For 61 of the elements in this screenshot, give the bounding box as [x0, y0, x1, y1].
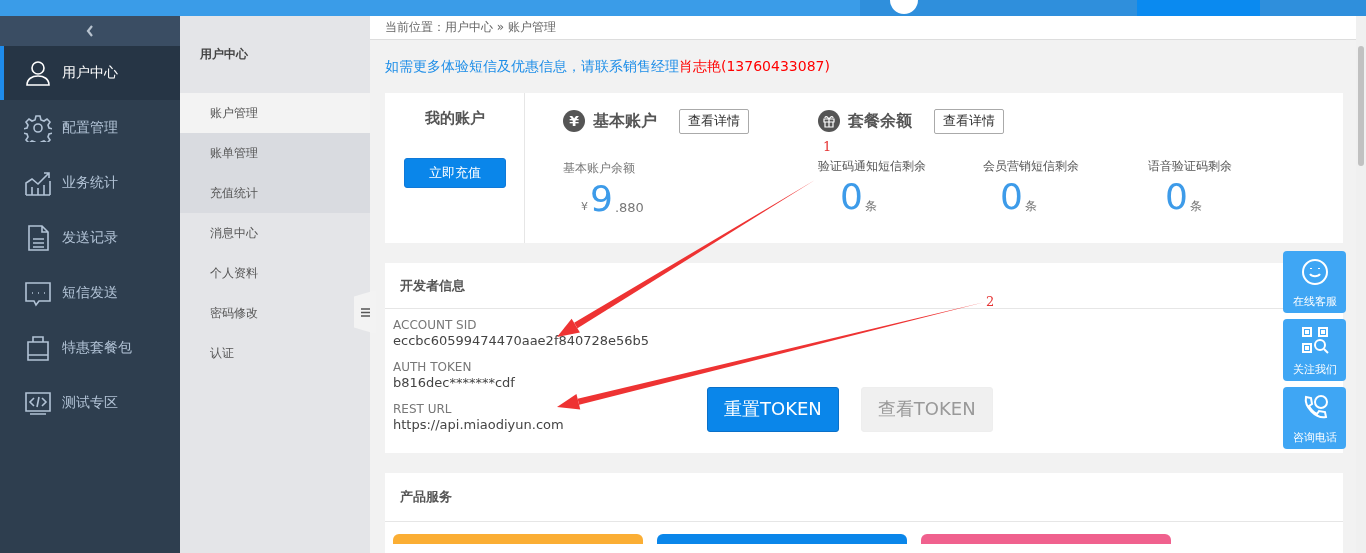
stat-value: 0: [840, 179, 863, 215]
balance-value: 9: [590, 181, 613, 217]
subnav-item[interactable]: 消息中心: [180, 213, 370, 253]
currency-symbol: ¥: [581, 200, 588, 213]
product-tile[interactable]: [657, 534, 907, 544]
bag-icon: [24, 333, 52, 362]
card-title: 开发者信息: [400, 276, 465, 295]
account-title: 基本账户: [593, 110, 657, 132]
qr-code-icon: [1299, 325, 1330, 355]
sidebar-item[interactable]: 短信发送: [0, 265, 180, 320]
stat-label: 验证码通知短信剩余: [818, 158, 927, 175]
field-label: REST URL: [393, 402, 453, 417]
field-value: https://api.miaodiyun.com: [393, 417, 565, 434]
sidebar-item[interactable]: 业务统计: [0, 155, 180, 210]
card-title: 产品服务: [400, 488, 452, 506]
sidebar-item[interactable]: 用户中心: [0, 46, 180, 100]
notice-text: 如需更多体验短信及优惠信息，请联系销售经理肖志艳(13760433087): [385, 57, 830, 76]
product-tile[interactable]: [393, 534, 643, 544]
gear-icon: [24, 113, 52, 142]
field-value: eccbc60599474470aae2f840728e56b5: [393, 333, 651, 350]
unit-label: 条: [1189, 198, 1202, 215]
stat-label: 会员营销短信剩余: [983, 158, 1080, 175]
sidebar-item[interactable]: 特惠套餐包: [0, 320, 180, 375]
collapse-button[interactable]: [0, 16, 180, 46]
gift-icon: [818, 110, 840, 132]
stat-value: 0: [1165, 179, 1188, 215]
annotation-label: 2: [986, 294, 995, 309]
package-title: 套餐余额: [848, 110, 912, 132]
smile-icon: [1299, 257, 1330, 287]
user-icon: [24, 59, 52, 87]
subnav-item[interactable]: 账户管理: [180, 93, 370, 133]
chevron-left-icon: [86, 25, 94, 37]
menu-icon: [360, 307, 370, 317]
details-button[interactable]: 查看详情: [934, 108, 1004, 134]
subnav-item[interactable]: 账单管理: [180, 133, 370, 173]
yen-icon: ¥: [563, 110, 585, 132]
sidebar-item[interactable]: 配置管理: [0, 100, 180, 155]
sidebar-item[interactable]: 发送记录: [0, 210, 180, 265]
card-title: 我的账户: [424, 109, 485, 128]
header-tab[interactable]: [1137, 0, 1260, 16]
annotation-label: 1: [823, 139, 832, 154]
stat-value: 0: [1000, 179, 1023, 215]
field-value: b816dec*******cdf: [393, 375, 516, 392]
stat-label: 语音验证码剩余: [1148, 158, 1233, 175]
unit-label: 条: [864, 198, 877, 215]
product-tile[interactable]: [921, 534, 1171, 544]
subnav-item[interactable]: 个人资料: [180, 253, 370, 293]
subnav-item[interactable]: 认证: [180, 333, 370, 373]
sidebar-item[interactable]: 测试专区: [0, 375, 180, 430]
header-segment[interactable]: [1260, 0, 1366, 16]
subnav-item[interactable]: 充值统计: [180, 173, 370, 213]
breadcrumb: 当前位置：用户中心 » 账户管理: [385, 19, 556, 36]
token-button[interactable]: 重置TOKEN: [707, 386, 839, 432]
section-title: 用户中心: [200, 47, 248, 61]
field-label: ACCOUNT SID: [393, 318, 478, 333]
field-label: AUTH TOKEN: [393, 360, 473, 375]
details-button[interactable]: 查看详情: [679, 108, 749, 134]
recharge-button[interactable]: 立即充值: [403, 158, 506, 188]
unit-label: 条: [1024, 198, 1037, 215]
balance-label: 基本账户余额: [563, 161, 635, 175]
balance-decimals: .880: [614, 200, 644, 215]
